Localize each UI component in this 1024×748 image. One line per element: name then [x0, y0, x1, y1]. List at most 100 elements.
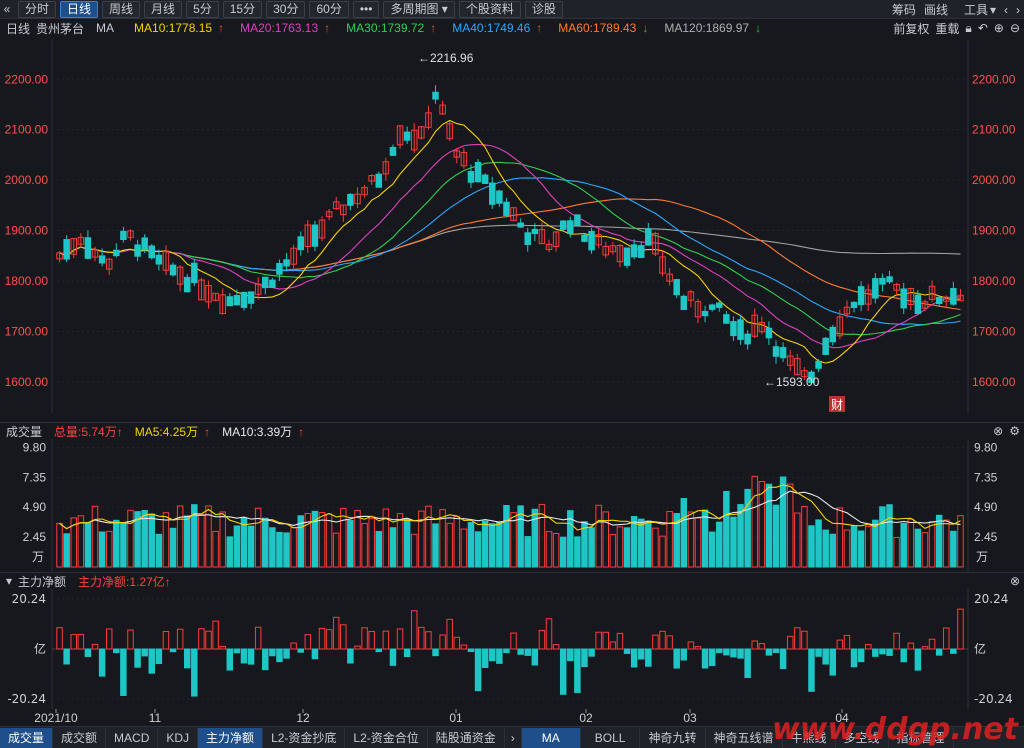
fund-bar: [808, 648, 815, 692]
volume-bar: [822, 529, 829, 568]
volume-bar: [723, 490, 730, 568]
fund-bar: [247, 648, 255, 665]
time-label: 2021/10: [34, 711, 78, 725]
tab-l2-bottom[interactable]: L2-资金抄底: [263, 727, 346, 748]
more-periods-button[interactable]: •••: [352, 0, 380, 18]
zoom-in-icon[interactable]: ⊕: [994, 21, 1004, 35]
time-label: 02: [579, 711, 593, 725]
fund-bar: [900, 648, 907, 663]
volume-bar: [524, 536, 531, 568]
price-tick-right: 1600.00: [972, 375, 1016, 389]
period-button-30min[interactable]: 30分: [266, 0, 306, 18]
fund-bar: [269, 648, 276, 657]
volume-bar: [503, 505, 510, 568]
period-button-15min[interactable]: 15分: [222, 0, 263, 18]
low-price-label: ←1593.00: [764, 375, 820, 389]
collapse-icon[interactable]: ‹: [1004, 3, 1008, 17]
candle-body: [375, 173, 383, 188]
undo-icon[interactable]: ↶: [978, 21, 988, 35]
tools-button[interactable]: 工具 ▾: [956, 1, 996, 18]
expand-icon[interactable]: ›: [1016, 3, 1020, 17]
top-toolbar: « 分时 日线 周线 月线 5分 15分 30分 60分 ••• 多周期图 ▾ …: [0, 0, 1024, 19]
ma120-value: MA120:1869.97 ↓: [664, 21, 762, 35]
candle-body: [269, 279, 276, 288]
collapse-arrow-icon[interactable]: ▾: [6, 574, 12, 588]
fund-bar: [489, 648, 496, 662]
candle-body: [524, 232, 531, 245]
fund-tick-right: 20.24: [974, 592, 1008, 606]
zoom-out-icon[interactable]: ⊖: [1010, 21, 1020, 35]
fund-flow-chart[interactable]: 20.24 20.24 亿 亿 -20.24 -20.24: [0, 589, 1024, 709]
diagnose-button[interactable]: 诊股: [524, 0, 563, 18]
tab-volume[interactable]: 成交量: [0, 727, 54, 748]
period-button-60min[interactable]: 60分: [309, 0, 349, 18]
lock-icon[interactable]: 🔒︎: [965, 21, 971, 36]
volume-bar: [389, 527, 397, 568]
tab-macd[interactable]: MACD: [106, 727, 159, 748]
time-label: 01: [449, 711, 463, 725]
period-button-monthly[interactable]: 月线: [144, 0, 183, 18]
volume-bar: [113, 519, 120, 568]
volume-bar: [269, 527, 276, 568]
adjust-forward-button[interactable]: 前复权: [893, 20, 929, 37]
candle-body: [708, 304, 716, 310]
back-icon[interactable]: «: [0, 1, 14, 18]
indicator-name[interactable]: MA: [96, 21, 114, 35]
volume-bar: [772, 504, 780, 568]
candle-body: [474, 161, 482, 183]
stock-info-button[interactable]: 个股资料: [458, 0, 521, 18]
multi-period-button[interactable]: 多周期图 ▾: [383, 0, 455, 18]
chips-button[interactable]: 筹码: [892, 1, 916, 18]
period-button-5min[interactable]: 5分: [186, 0, 219, 18]
tab-northbound[interactable]: 陆股通资金: [428, 727, 505, 748]
fund-tick-right: -20.24: [974, 692, 1013, 706]
fund-bar: [779, 648, 787, 670]
fund-bar: [879, 648, 886, 655]
period-button-daily[interactable]: 日线: [60, 0, 99, 18]
fund-bar: [240, 648, 248, 664]
volume-chart[interactable]: 9.80 9.80 7.35 7.35 4.90 4.90 2.45 2.45 万 万: [0, 439, 1024, 571]
candle-body: [155, 254, 163, 265]
candle-body: [857, 286, 865, 306]
tabs-scroll-icon[interactable]: ›: [505, 727, 522, 748]
tab-five-lines[interactable]: 神奇五线谱: [706, 727, 783, 748]
tab-boll[interactable]: BOLL: [581, 727, 641, 748]
candlestick-chart[interactable]: 2200.00 2200.00 2100.00 2100.00 2000.00 2000.…: [0, 37, 1024, 415]
period-button-intraday[interactable]: 分时: [18, 0, 57, 18]
fund-bar: [737, 648, 744, 659]
candle-body: [574, 214, 581, 226]
volume-bar: [233, 525, 241, 568]
fund-title: 主力净额: [18, 574, 67, 589]
ma60-value: MA60:1789.43 ↓: [558, 21, 649, 35]
gear-icon[interactable]: ⚙: [1009, 424, 1020, 438]
candle-body: [559, 220, 567, 230]
ma40-value: MA40:1749.46 ↑: [452, 21, 543, 35]
time-label: 11: [149, 711, 162, 725]
price-panel-bg: [0, 37, 1024, 415]
candle-body: [588, 230, 595, 251]
tab-turnover[interactable]: 成交额: [53, 727, 107, 748]
candle-body: [935, 296, 943, 305]
volume-bar: [765, 483, 773, 568]
candle-body: [276, 263, 283, 275]
fund-bar: [84, 648, 92, 657]
period-label: 日线: [6, 21, 31, 36]
draw-line-button[interactable]: 画线: [924, 1, 948, 18]
volume-bar: [744, 488, 751, 568]
price-tick-right: 2000.00: [972, 173, 1016, 187]
close-icon[interactable]: ⊗: [993, 424, 1003, 438]
period-button-weekly[interactable]: 周线: [102, 0, 141, 18]
tab-kdj[interactable]: KDJ: [158, 727, 199, 748]
candle-body: [815, 360, 822, 369]
fund-bar: [935, 648, 943, 656]
reload-button[interactable]: 重载: [935, 20, 959, 37]
volume-tick-left: 7.35: [23, 470, 47, 484]
candle-body: [489, 182, 496, 205]
tab-main-fund[interactable]: 主力净额: [198, 727, 264, 748]
candle-body: [183, 276, 191, 293]
tab-l2-position[interactable]: L2-资金合位: [345, 727, 428, 748]
close-icon[interactable]: ⊗: [1010, 574, 1020, 588]
tab-ma[interactable]: MA: [521, 727, 581, 748]
tab-td9[interactable]: 神奇九转: [640, 727, 706, 748]
volume-bar: [283, 532, 290, 568]
